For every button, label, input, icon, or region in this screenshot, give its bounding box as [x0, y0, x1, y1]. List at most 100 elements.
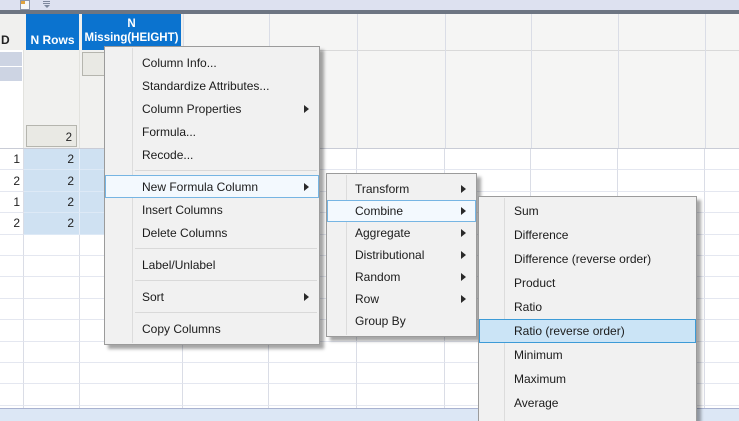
table-cell[interactable] [705, 170, 739, 191]
table-cell[interactable] [705, 384, 739, 405]
menu-separator [135, 248, 317, 249]
table-cell[interactable] [0, 384, 24, 405]
column-header-nrows[interactable]: N Rows [26, 14, 79, 50]
table-cell[interactable] [80, 384, 183, 405]
table-cell[interactable] [0, 342, 24, 363]
menu-item[interactable]: Product [479, 271, 696, 295]
menu-item[interactable]: Recode... [105, 143, 319, 166]
grid-line [23, 50, 24, 148]
table-cell[interactable] [705, 320, 739, 341]
customize-toolbar-icon[interactable] [42, 0, 51, 9]
table-cell[interactable] [0, 363, 24, 384]
menu-item[interactable]: Ratio (reverse order) [479, 319, 696, 343]
menu-item[interactable]: Formula... [105, 120, 319, 143]
menu-item[interactable]: Sum [479, 199, 696, 223]
menu-separator [135, 280, 317, 281]
table-cell[interactable] [531, 149, 618, 170]
table-cell[interactable] [705, 149, 739, 170]
table-cell[interactable] [705, 192, 739, 213]
menu-item[interactable]: Maximum [479, 367, 696, 391]
combine-submenu: Sum DifferenceDifference (reverse order)P… [478, 196, 697, 421]
menu-item-label: Sum [514, 204, 539, 218]
menu-item[interactable]: Difference (reverse order) [479, 247, 696, 271]
menu-item[interactable]: Copy Columns [105, 317, 319, 340]
menu-item-label: Formula... [142, 125, 196, 139]
table-cell[interactable] [357, 384, 445, 405]
menu-item[interactable]: Sort [105, 285, 319, 308]
menu-item[interactable]: Insert Columns [105, 198, 319, 221]
table-cell[interactable] [705, 213, 739, 234]
menu-item[interactable]: Combine [327, 200, 476, 222]
table-cell[interactable] [80, 363, 183, 384]
menu-item[interactable]: Column Info... [105, 51, 319, 74]
table-cell[interactable] [0, 320, 24, 341]
table-cell[interactable] [357, 149, 445, 170]
table-cell[interactable] [445, 149, 531, 170]
group-cell[interactable] [0, 67, 22, 81]
table-cell[interactable] [357, 363, 445, 384]
table-cell[interactable] [705, 299, 739, 320]
table-cell[interactable]: 2 [24, 192, 80, 213]
menu-item[interactable]: Average [479, 391, 696, 415]
menu-item[interactable]: Standardize Attributes... [105, 74, 319, 97]
table-cell[interactable] [357, 342, 445, 363]
menu-item[interactable]: Aggregate [327, 222, 476, 244]
table-cell[interactable] [0, 256, 24, 277]
table-cell[interactable] [183, 384, 269, 405]
table-cell[interactable]: 2 [24, 149, 80, 170]
table-cell[interactable] [24, 363, 80, 384]
menu-item[interactable]: Transform [327, 178, 476, 200]
table-cell[interactable] [0, 299, 24, 320]
table-cell[interactable] [269, 384, 357, 405]
header-line-2: Missing(HEIGHT) [85, 31, 179, 45]
group-summary-cell[interactable]: 2 [26, 125, 77, 147]
table-cell[interactable] [183, 363, 269, 384]
table-cell[interactable] [618, 170, 705, 191]
table-cell[interactable] [705, 256, 739, 277]
column-header-nmissing-height[interactable]: N Missing(HEIGHT) [82, 14, 181, 50]
table-cell[interactable] [269, 363, 357, 384]
menu-item[interactable]: Difference [479, 223, 696, 247]
table-cell[interactable] [24, 384, 80, 405]
header-line-1: N [127, 17, 135, 31]
menu-item[interactable]: Distributional [327, 244, 476, 266]
menu-item[interactable]: Standard Deviation [479, 415, 696, 421]
table-cell[interactable] [24, 277, 80, 298]
table-cell[interactable] [705, 363, 739, 384]
table-cell[interactable] [705, 277, 739, 298]
table-cell[interactable]: 2 [0, 170, 24, 191]
table-cell[interactable] [24, 320, 80, 341]
table-cell[interactable] [0, 235, 24, 256]
table-cell[interactable] [618, 149, 705, 170]
menu-item[interactable]: Random [327, 266, 476, 288]
menu-item[interactable]: Label/Unlabel [105, 253, 319, 276]
table-cell[interactable] [24, 342, 80, 363]
table-cell[interactable]: 1 [0, 192, 24, 213]
table-cell[interactable] [0, 277, 24, 298]
table-cell[interactable]: 1 [0, 149, 24, 170]
group-cell[interactable] [0, 52, 22, 66]
menu-item[interactable]: New Formula Column [105, 175, 319, 198]
menu-item[interactable]: Row [327, 288, 476, 310]
menu-item-label: Recode... [142, 148, 193, 162]
table-cell[interactable]: 2 [0, 213, 24, 234]
menu-item[interactable]: Column Properties [105, 97, 319, 120]
table-cell[interactable]: 2 [24, 170, 80, 191]
menu-item[interactable]: Delete Columns [105, 221, 319, 244]
grid-line [445, 14, 446, 148]
menu-item[interactable]: Minimum [479, 343, 696, 367]
table-cell[interactable] [705, 235, 739, 256]
table-cell[interactable] [24, 256, 80, 277]
menu-item-label: Average [514, 396, 558, 410]
menu-item[interactable]: Ratio [479, 295, 696, 319]
table-cell[interactable] [24, 235, 80, 256]
table-cell[interactable] [705, 342, 739, 363]
table-cell[interactable]: 2 [24, 213, 80, 234]
document-icon[interactable] [20, 0, 30, 10]
table-cell[interactable] [531, 170, 618, 191]
menu-item[interactable]: Group By [327, 310, 476, 332]
column-header-band-right [183, 14, 739, 50]
menu-item-label: Transform [355, 182, 409, 196]
column-header-d[interactable]: D [0, 14, 23, 50]
table-cell[interactable] [24, 299, 80, 320]
